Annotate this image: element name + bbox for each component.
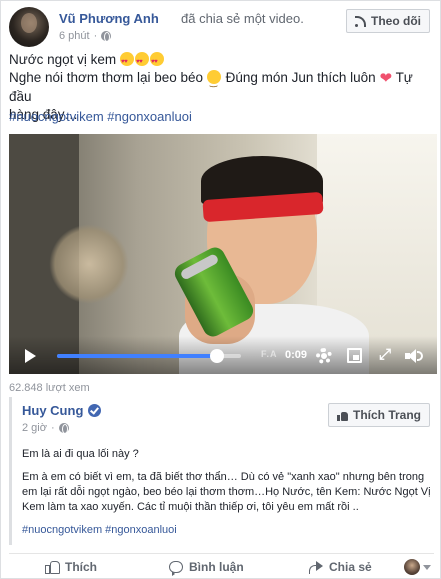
- video-scrubber[interactable]: [210, 349, 225, 363]
- post-line-2b: Đúng món Jun thích luôn: [225, 70, 376, 85]
- follow-label: Theo dõi: [371, 14, 421, 28]
- video-player[interactable]: F.A 0:09 ⤢: [9, 134, 437, 374]
- thumbs-up-icon: [45, 560, 60, 574]
- like-page-label: Thích Trang: [352, 408, 421, 422]
- play-icon[interactable]: [25, 349, 36, 363]
- post-hashtags[interactable]: #nuocngotvikem #ngonxoanluoi: [9, 109, 192, 124]
- gear-icon[interactable]: [316, 348, 332, 364]
- comment-button[interactable]: Bình luận: [169, 560, 244, 576]
- video-time: 0:09: [285, 349, 308, 361]
- post-line-2a: Nghe nói thơm thơm lại beo béo: [9, 70, 204, 85]
- post-card: Vũ Phương Anh đã chia sẻ một video. 6 ph…: [0, 0, 441, 579]
- share-icon: [309, 561, 323, 574]
- shared-author-name[interactable]: Huy Cung: [22, 403, 83, 418]
- video-progress-fill: [57, 354, 218, 358]
- follow-button[interactable]: Theo dõi: [346, 9, 430, 33]
- viewer-avatar: [404, 559, 420, 575]
- globe-icon[interactable]: [101, 31, 112, 42]
- globe-icon[interactable]: [58, 423, 69, 434]
- fullscreen-icon[interactable]: ⤢: [377, 347, 393, 363]
- view-count[interactable]: 62.848 lượt xem: [9, 382, 90, 394]
- author-name[interactable]: Vũ Phương Anh: [59, 11, 159, 26]
- shared-hashtags[interactable]: #nuocngotvikem #ngonxoanluoi: [22, 523, 432, 538]
- like-button[interactable]: Thích: [45, 560, 97, 574]
- verified-badge-icon: [88, 404, 102, 417]
- shared-paragraph-2: Em à em có biết vì em, ta đã biết thơ th…: [22, 471, 431, 513]
- volume-icon[interactable]: [405, 348, 423, 364]
- share-button[interactable]: Chia sẻ: [309, 560, 372, 574]
- viewer-selector[interactable]: [404, 559, 431, 575]
- shared-author[interactable]: Huy Cung: [22, 403, 102, 418]
- post-line-2: Nghe nói thơm thơm lại beo béo Đúng món …: [9, 69, 434, 106]
- post-header: Vũ Phương Anh đã chia sẻ một video. 6 ph…: [9, 7, 434, 47]
- shared-meta: 2 giờ ·: [22, 422, 69, 434]
- post-meta: 6 phút ·: [59, 30, 112, 42]
- heart-eyes-emoji-icon: [149, 52, 164, 71]
- like-label: Thích: [65, 560, 97, 574]
- author-action: đã chia sẻ một video.: [181, 11, 304, 26]
- like-page-button[interactable]: Thích Trang: [327, 403, 430, 427]
- post-line-1: Nước ngọt vị kem: [9, 51, 434, 71]
- video-controls: F.A 0:09 ⤢: [9, 336, 437, 374]
- share-label: Chia sẻ: [329, 560, 372, 574]
- shared-paragraph-1: Em là ai đi qua lối này ?: [22, 448, 139, 460]
- heart-emoji-icon: ❤: [379, 70, 393, 87]
- shared-body: Em là ai đi qua lối này ? Em à em có biế…: [22, 447, 432, 546]
- comment-icon: [169, 561, 183, 576]
- shared-post: Huy Cung 2 giờ · Thích Trang Em là ai đi…: [9, 397, 434, 545]
- picture-in-picture-icon[interactable]: [347, 348, 362, 363]
- post-time[interactable]: 6 phút: [59, 30, 90, 42]
- video-watermark: F.A: [261, 349, 278, 359]
- smirk-emoji-icon: [206, 70, 221, 91]
- heart-eyes-emoji-icon: [119, 52, 134, 71]
- comment-label: Bình luận: [189, 560, 244, 574]
- meta-dot: ·: [50, 422, 55, 434]
- rss-icon: [355, 15, 366, 27]
- heart-eyes-emoji-icon: [134, 52, 149, 71]
- author-avatar[interactable]: [9, 7, 49, 47]
- thumbs-up-icon: [336, 410, 348, 421]
- chevron-down-icon: [423, 564, 431, 570]
- meta-dot: ·: [93, 30, 98, 42]
- volume-wave: [417, 351, 423, 361]
- video-progress-bar[interactable]: [57, 349, 241, 363]
- action-bar: Thích Bình luận Chia sẻ: [9, 553, 434, 579]
- video-frame-flowers: [49, 224, 129, 304]
- post-line-1-text: Nước ngọt vị kem: [9, 52, 117, 67]
- shared-time[interactable]: 2 giờ: [22, 422, 47, 434]
